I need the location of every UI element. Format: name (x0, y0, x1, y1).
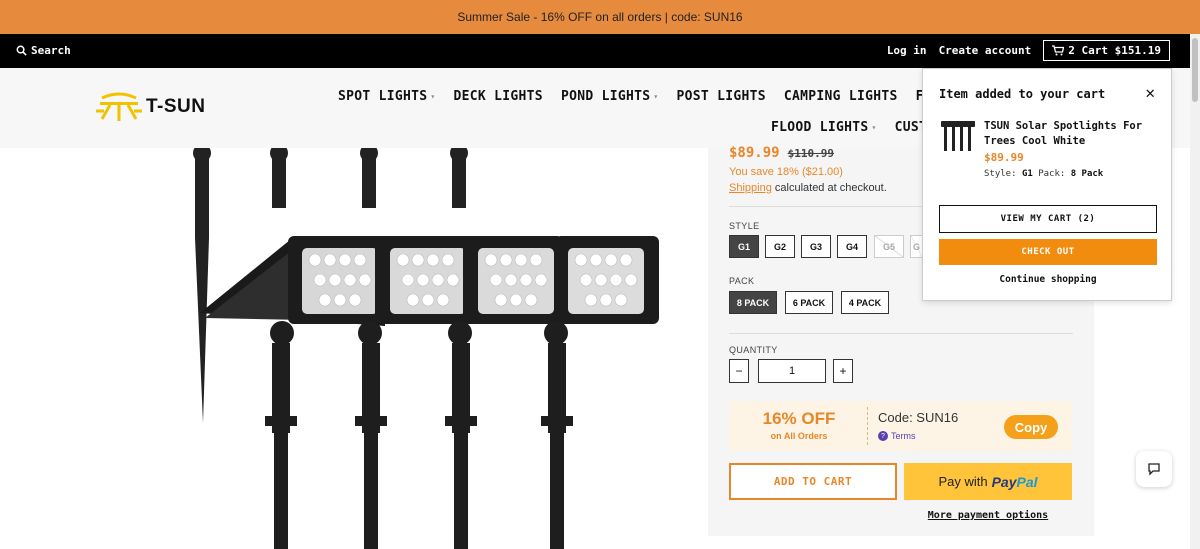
terms-label: Terms (891, 431, 916, 441)
cart-item-thumbnail (941, 121, 975, 151)
main-nav-row2: FLOOD LIGHTS ▾ CUST (771, 120, 927, 135)
popup-heading: Item added to your cart (939, 87, 1106, 101)
top-utility-bar: Search Log in Create account 2 Cart $151… (0, 34, 1190, 68)
promo-discount: 16% OFF (762, 409, 836, 428)
nav-label: SPOT LIGHTS (338, 89, 428, 104)
divider (729, 333, 1073, 334)
shipping-rest: calculated at checkout. (774, 182, 887, 194)
continue-shopping-link[interactable]: Continue shopping (939, 274, 1157, 285)
site-logo[interactable]: T-SUN (96, 92, 206, 122)
close-icon[interactable]: ✕ (1145, 83, 1155, 102)
announcement-bar: Summer Sale - 16% OFF on all orders | co… (0, 0, 1200, 34)
style-option-partial[interactable]: G (910, 235, 922, 258)
scrollbar-thumb[interactable] (1192, 38, 1198, 102)
sun-logo-icon (96, 92, 142, 121)
style-option-g4[interactable]: G4 (837, 235, 867, 258)
paypal-logo-pay: Pay (991, 473, 1017, 490)
search-icon (16, 45, 27, 56)
variant-pack-key: Pack: (1038, 169, 1066, 179)
view-cart-button[interactable]: VIEW MY CART (2) (939, 205, 1157, 233)
promo-code: Code: SUN16 (878, 410, 959, 425)
style-option-g1[interactable]: G1 (729, 235, 759, 258)
style-option-g2[interactable]: G2 (765, 235, 795, 258)
nav-pond-lights[interactable]: POND LIGHTS ▾ (561, 89, 659, 104)
main-nav-row1: SPOT LIGHTS ▾ DECK LIGHTS POND LIGHTS ▾ PO… (338, 89, 948, 104)
compare-price: $110.99 (787, 147, 834, 160)
style-label: STYLE (729, 221, 760, 231)
pack-option-8[interactable]: 8 PACK (729, 291, 777, 314)
nav-label: POST LIGHTS (676, 89, 766, 104)
nav-deck-lights[interactable]: DECK LIGHTS (454, 89, 543, 104)
sale-price: $89.99 (729, 145, 780, 161)
paypal-button[interactable]: Pay with PayPal (904, 463, 1072, 500)
style-option-g5[interactable]: G5 (874, 235, 904, 258)
promo-banner: 16% OFF on All Orders Code: SUN16 ? Term… (729, 401, 1072, 451)
checkout-button[interactable]: CHECK OUT (939, 239, 1157, 265)
chat-widget-button[interactable] (1136, 451, 1172, 487)
cart-added-popup: Item added to your cart ✕ TSUN Solar Spo… (922, 68, 1172, 301)
solar-spotlights-image (193, 148, 659, 549)
more-payment-options-link[interactable]: More payment options (904, 510, 1072, 521)
cart-label: 2 Cart $151.19 (1068, 44, 1161, 57)
nav-spot-lights[interactable]: SPOT LIGHTS ▾ (338, 89, 436, 104)
paypal-logo-pal: Pal (1016, 473, 1038, 490)
login-link[interactable]: Log in (887, 44, 927, 57)
nav-label: FLOOD LIGHTS (771, 120, 869, 135)
cart-item-price: $89.99 (984, 151, 1024, 164)
variant-style-key: Style: (984, 169, 1017, 179)
quantity-decrease-button[interactable]: − (729, 359, 749, 383)
nav-label: DECK LIGHTS (453, 89, 543, 104)
pack-label: PACK (729, 276, 755, 286)
promo-scope: on All Orders (770, 431, 828, 441)
nav-label: POND LIGHTS (560, 89, 651, 104)
style-option-g3[interactable]: G3 (801, 235, 831, 258)
chevron-down-icon: ▾ (653, 92, 659, 101)
cart-button[interactable]: 2 Cart $151.19 (1043, 40, 1170, 61)
create-account-link[interactable]: Create account (939, 44, 1032, 57)
paypal-prefix: Pay with (938, 474, 988, 489)
nav-label: CAMPING LIGHTS (783, 89, 898, 104)
promo-divider (867, 407, 868, 445)
quantity-label: QUANTITY (729, 345, 778, 355)
logo-text: T-SUN (146, 96, 206, 117)
chat-icon (1148, 463, 1160, 476)
pack-option-6[interactable]: 6 PACK (785, 291, 833, 314)
cart-icon (1052, 45, 1065, 56)
promo-offer: 16% OFF on All Orders (729, 409, 869, 441)
search-label: Search (31, 44, 71, 57)
copy-code-button[interactable]: Copy (1004, 415, 1058, 439)
add-to-cart-button[interactable]: ADD TO CART (729, 463, 897, 500)
terms-info-icon: ? (878, 431, 888, 441)
product-image[interactable] (170, 148, 670, 549)
announcement-text: Summer Sale - 16% OFF on all orders | co… (457, 10, 743, 24)
paypal-logo: PayPal (992, 474, 1038, 490)
chevron-down-icon: ▾ (430, 92, 436, 101)
quantity-increase-button[interactable]: + (833, 359, 853, 383)
price-row: $89.99 $110.99 (729, 145, 834, 161)
page-scrollbar[interactable] (1190, 34, 1200, 549)
cart-item-title[interactable]: TSUN Solar Spotlights For Trees Cool Whi… (984, 119, 1164, 149)
search-button[interactable]: Search (16, 44, 71, 57)
pack-option-4[interactable]: 4 PACK (841, 291, 889, 314)
savings-text: You save 18% ($21.00) (729, 166, 843, 178)
nav-camping-lights[interactable]: CAMPING LIGHTS (784, 89, 898, 104)
cart-item-variant: Style: G1 Pack: 8 Pack (984, 169, 1103, 179)
variant-style-value: G1 (1021, 169, 1033, 179)
nav-post-lights[interactable]: POST LIGHTS (676, 89, 765, 104)
variant-pack-value: 8 Pack (1070, 169, 1104, 179)
shipping-note: Shipping calculated at checkout. (729, 182, 887, 194)
nav-flood-lights[interactable]: FLOOD LIGHTS ▾ (771, 120, 877, 135)
quantity-input[interactable]: 1 (758, 359, 826, 383)
chevron-down-icon: ▾ (871, 123, 877, 132)
promo-terms-link[interactable]: ? Terms (878, 431, 916, 441)
shipping-link[interactable]: Shipping (729, 182, 772, 194)
